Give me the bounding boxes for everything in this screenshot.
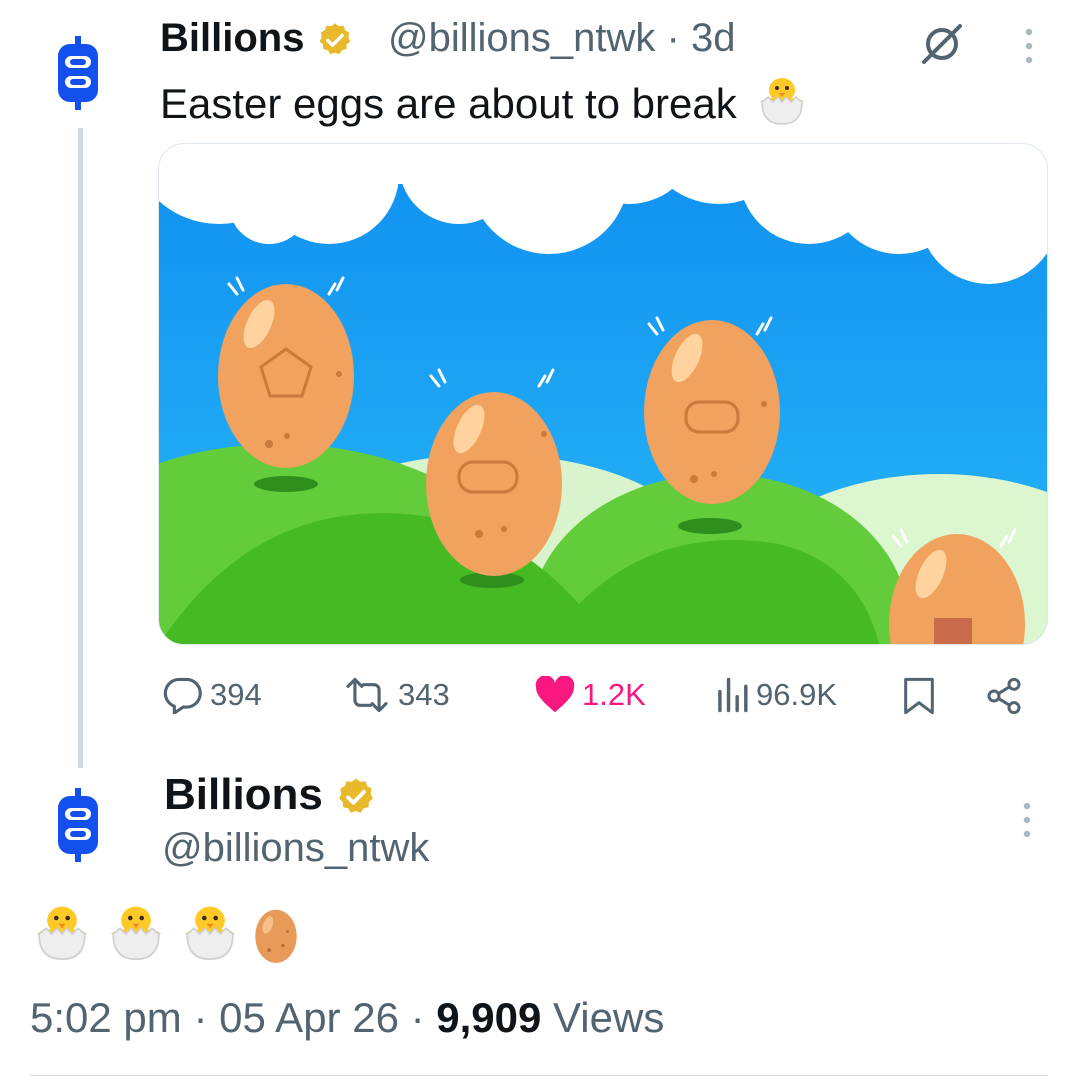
main-avatar[interactable] xyxy=(56,788,100,867)
views-button[interactable]: 96.9K xyxy=(714,676,837,714)
views-icon xyxy=(718,677,748,713)
grok-icon[interactable] xyxy=(918,20,966,68)
easter-eggs-illustration xyxy=(159,144,1047,644)
post-metadata: 5:02 pm · 05 Apr 26 · 9,909 Views xyxy=(30,994,665,1041)
post-age[interactable]: 3d xyxy=(691,16,736,60)
post-emoji-text xyxy=(30,904,300,964)
more-icon[interactable] xyxy=(1019,800,1035,840)
post-date[interactable]: 05 Apr 26 xyxy=(219,994,399,1041)
main-author-handle[interactable]: @billions_ntwk xyxy=(162,826,429,871)
post-image[interactable] xyxy=(158,143,1048,645)
hatching-chick-icon xyxy=(36,906,88,961)
like-button[interactable]: 1.2K xyxy=(534,676,646,714)
egg-icon xyxy=(255,909,297,963)
egg-illustration xyxy=(644,320,780,504)
billions-logo-icon xyxy=(58,36,98,110)
reply-button[interactable]: 394 xyxy=(162,676,262,714)
post-text: Easter eggs are about to break xyxy=(160,76,810,128)
author-handle-time[interactable]: @billions_ntwk · 3d xyxy=(388,16,735,61)
views-label: Views xyxy=(553,994,665,1041)
repost-icon xyxy=(346,677,388,713)
more-icon[interactable] xyxy=(1021,26,1037,66)
hatching-chick-icon xyxy=(760,78,805,125)
bookmark-icon[interactable] xyxy=(902,676,936,716)
like-icon xyxy=(535,676,575,713)
post-time[interactable]: 5:02 pm xyxy=(30,994,182,1041)
views-count: 9,909 xyxy=(436,994,542,1041)
billions-logo-icon xyxy=(58,788,98,862)
divider xyxy=(30,1075,1048,1076)
hatching-chick-icon xyxy=(110,906,162,961)
author-handle[interactable]: @billions_ntwk xyxy=(388,16,655,60)
thread-avatar[interactable] xyxy=(56,36,100,115)
verified-badge-icon xyxy=(339,779,374,814)
verified-badge-icon xyxy=(319,23,350,55)
egg-illustration xyxy=(426,392,562,576)
reply-icon xyxy=(163,677,202,714)
repost-button[interactable]: 343 xyxy=(342,676,450,714)
main-author-name[interactable]: Billions xyxy=(164,770,377,820)
share-icon[interactable] xyxy=(984,676,1024,716)
egg-illustration xyxy=(218,284,354,468)
thread-connector-line xyxy=(78,128,83,768)
hatching-chick-icon xyxy=(184,906,236,961)
author-name[interactable]: Billions xyxy=(160,16,354,61)
